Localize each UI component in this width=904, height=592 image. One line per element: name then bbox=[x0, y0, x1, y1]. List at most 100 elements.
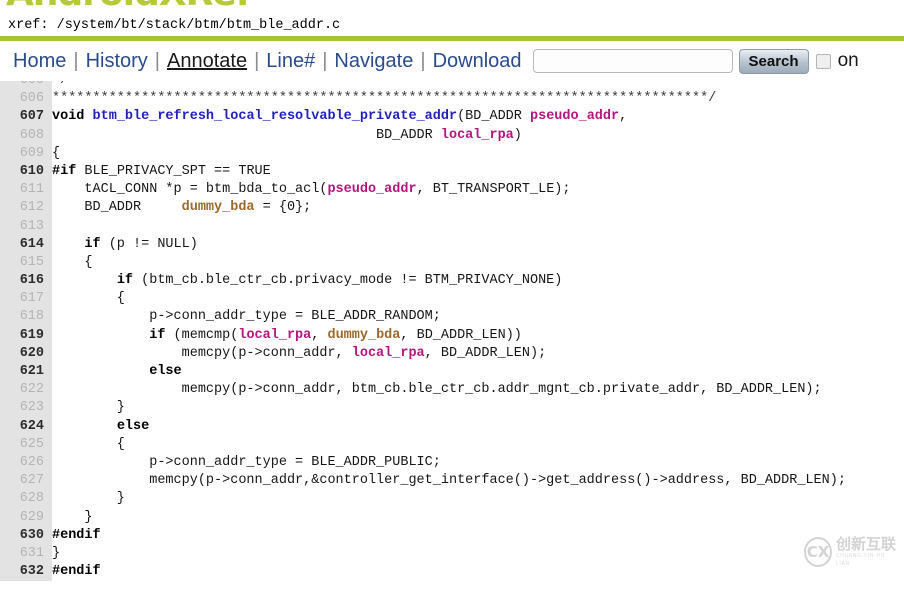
breadcrumb: xref: /system/bt/stack/btm/btm_ble_addr.… bbox=[0, 14, 904, 36]
line-number[interactable]: 610 bbox=[0, 163, 52, 181]
site-logo-text: AndroidXRef bbox=[6, 0, 251, 14]
line-number[interactable]: 615 bbox=[0, 254, 52, 272]
code-line: 626 p->conn_addr_type = BLE_ADDR_PUBLIC; bbox=[0, 454, 904, 472]
code-line: 621 else bbox=[0, 363, 904, 381]
main-menu-bar: Home | History | Annotate | Line# | Navi… bbox=[0, 41, 904, 81]
code-line-text: if (btm_cb.ble_ctr_cb.privacy_mode != BT… bbox=[116, 273, 563, 289]
line-number[interactable]: 613 bbox=[0, 218, 52, 236]
menu-item-annotate[interactable]: Annotate bbox=[164, 50, 250, 73]
code-line-text: { bbox=[52, 436, 125, 452]
code-line-text: #if BLE_PRIVACY_SPT == TRUE bbox=[52, 163, 271, 179]
code-line: 619 if (memcmp(local_rpa, dummy_bda, BD_… bbox=[0, 327, 904, 345]
menu-separator: | bbox=[254, 49, 260, 72]
line-number[interactable]: 625 bbox=[0, 436, 52, 454]
code-line-text: p->conn_addr_type = BLE_ADDR_RANDOM; bbox=[52, 309, 441, 325]
line-number[interactable]: 630 bbox=[0, 527, 52, 545]
line-number[interactable]: 612 bbox=[0, 199, 52, 217]
code-line-text: BD_ADDR dummy_bda = {0}; bbox=[52, 200, 312, 216]
line-number[interactable]: 614 bbox=[0, 236, 52, 254]
line-number[interactable]: 623 bbox=[0, 399, 52, 417]
code-line: 627 memcpy(p->conn_addr,&controller_get_… bbox=[0, 472, 904, 490]
menu-separator: | bbox=[154, 49, 160, 72]
search-option-label: on bbox=[837, 50, 859, 71]
line-number[interactable]: 628 bbox=[0, 490, 52, 508]
line-number[interactable]: 605 bbox=[0, 81, 52, 90]
code-line: 632 #endif bbox=[0, 563, 904, 581]
code-line-text: memcpy(p->conn_addr,&controller_get_inte… bbox=[52, 473, 846, 489]
line-number[interactable]: 619 bbox=[0, 327, 52, 345]
code-line-text: } bbox=[52, 509, 93, 525]
line-number[interactable]: 629 bbox=[0, 509, 52, 527]
code-line-text: BD_ADDR local_rpa) bbox=[52, 127, 522, 143]
code-line-text: } bbox=[52, 491, 125, 507]
code-line-text: } bbox=[52, 545, 61, 561]
code-line-text: if (memcmp(local_rpa, dummy_bda, BD_ADDR… bbox=[149, 327, 522, 343]
code-line: 614 if (p != NULL) bbox=[0, 236, 904, 254]
code-line-text: { bbox=[52, 254, 93, 270]
code-line: 617 { bbox=[0, 290, 904, 308]
code-line: 625 { bbox=[0, 436, 904, 454]
code-line: 615 { bbox=[0, 254, 904, 272]
code-line: 624 else bbox=[0, 418, 904, 436]
code-line-text: { bbox=[52, 291, 125, 307]
code-line-list: 605*/606********************************… bbox=[0, 81, 904, 581]
code-line: 608 BD_ADDR local_rpa) bbox=[0, 127, 904, 145]
code-line-text: tACL_CONN *p = btm_bda_to_acl(pseudo_add… bbox=[52, 182, 571, 198]
line-number[interactable]: 626 bbox=[0, 454, 52, 472]
breadcrumb-text: xref: /system/bt/stack/btm/btm_ble_addr.… bbox=[8, 18, 341, 33]
line-number[interactable]: 618 bbox=[0, 308, 52, 326]
line-number[interactable]: 632 bbox=[0, 563, 52, 581]
code-line-text: memcpy(p->conn_addr, local_rpa, BD_ADDR_… bbox=[52, 345, 547, 361]
menu-separator: | bbox=[322, 49, 328, 72]
code-line: 623 } bbox=[0, 399, 904, 417]
line-number[interactable]: 621 bbox=[0, 363, 52, 381]
line-number[interactable]: 624 bbox=[0, 418, 52, 436]
code-line: 631} bbox=[0, 545, 904, 563]
code-line: 612 BD_ADDR dummy_bda = {0}; bbox=[0, 199, 904, 217]
site-logo-primary: AndroidXRef bbox=[6, 0, 251, 14]
line-number[interactable]: 608 bbox=[0, 127, 52, 145]
line-number[interactable]: 620 bbox=[0, 345, 52, 363]
code-line: 616 if (btm_cb.ble_ctr_cb.privacy_mode !… bbox=[0, 272, 904, 290]
menu-separator: | bbox=[420, 49, 426, 72]
search-input[interactable] bbox=[532, 49, 733, 73]
line-number[interactable]: 627 bbox=[0, 472, 52, 490]
code-line: 606 *************************************… bbox=[0, 90, 904, 108]
line-number[interactable]: 617 bbox=[0, 290, 52, 308]
line-number[interactable]: 622 bbox=[0, 381, 52, 399]
code-line: 605*/ bbox=[0, 81, 904, 90]
code-line-text: ****************************************… bbox=[52, 91, 717, 107]
search-button[interactable]: Search bbox=[738, 48, 809, 74]
line-number[interactable]: 631 bbox=[0, 545, 52, 563]
code-line: 609{ bbox=[0, 145, 904, 163]
code-line-text: void btm_ble_refresh_local_resolvable_pr… bbox=[52, 109, 628, 125]
menu-item-linenumber[interactable]: Line# bbox=[263, 50, 318, 73]
menu-separator: | bbox=[73, 49, 79, 72]
code-line-text: { bbox=[52, 145, 61, 161]
line-number[interactable]: 609 bbox=[0, 145, 52, 163]
line-number[interactable]: 611 bbox=[0, 181, 52, 199]
code-line-text: #endif bbox=[52, 564, 101, 580]
code-line: 622 memcpy(p->conn_addr, btm_cb.ble_ctr_… bbox=[0, 381, 904, 399]
menu-item-history[interactable]: History bbox=[83, 50, 151, 73]
code-line-text: else bbox=[116, 418, 150, 434]
code-line: 618 p->conn_addr_type = BLE_ADDR_RANDOM; bbox=[0, 308, 904, 326]
code-line-text: #endif bbox=[52, 527, 101, 543]
menu-item-navigate[interactable]: Navigate bbox=[331, 50, 416, 73]
code-line-text: memcpy(p->conn_addr, btm_cb.ble_ctr_cb.a… bbox=[52, 382, 822, 398]
menu-item-download[interactable]: Download bbox=[430, 50, 525, 73]
code-line: 630 #endif bbox=[0, 527, 904, 545]
line-number[interactable]: 616 bbox=[0, 272, 52, 290]
line-number[interactable]: 607 bbox=[0, 108, 52, 126]
code-line-text: */ bbox=[52, 81, 68, 88]
source-code-view[interactable]: 605*/606********************************… bbox=[0, 81, 904, 581]
code-line: 629 } bbox=[0, 509, 904, 527]
menu-item-home[interactable]: Home bbox=[10, 50, 69, 73]
search-option-checkbox[interactable] bbox=[815, 53, 831, 69]
code-line-text: else bbox=[149, 364, 182, 379]
site-masthead: AndroidXRefAndroid 6.0.0_r5 bbox=[0, 0, 904, 14]
line-number[interactable]: 606 bbox=[0, 90, 52, 108]
code-line-text: } bbox=[52, 400, 125, 416]
site-logo[interactable]: AndroidXRefAndroid 6.0.0_r5 bbox=[6, 0, 349, 12]
code-line: 628 } bbox=[0, 490, 904, 508]
